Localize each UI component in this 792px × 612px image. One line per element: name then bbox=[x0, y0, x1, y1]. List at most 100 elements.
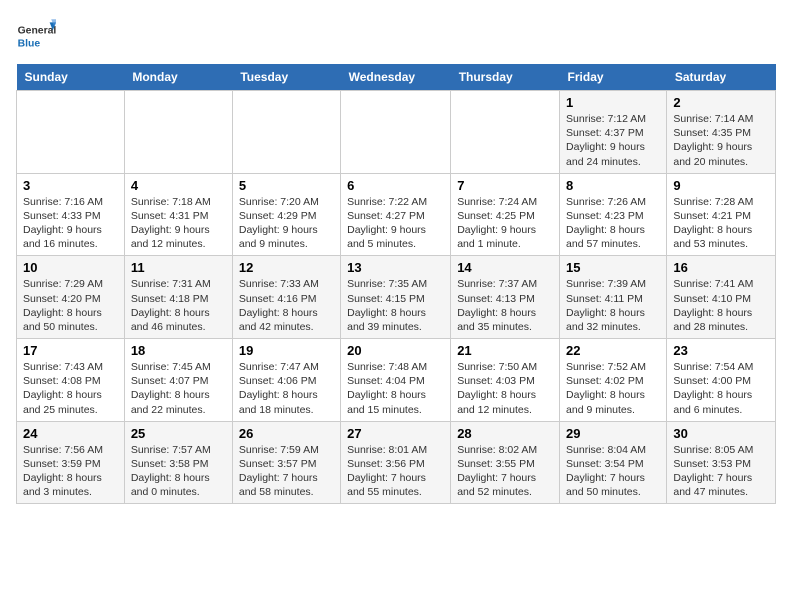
day-cell: 13 Sunrise: 7:35 AM Sunset: 4:15 PM Dayli… bbox=[341, 256, 451, 339]
day-info: Sunrise: 7:37 AM Sunset: 4:13 PM Dayligh… bbox=[457, 277, 553, 334]
day-cell bbox=[17, 91, 125, 174]
day-number: 21 bbox=[457, 343, 553, 358]
day-info: Sunrise: 7:31 AM Sunset: 4:18 PM Dayligh… bbox=[131, 277, 226, 334]
day-number: 8 bbox=[566, 178, 660, 193]
day-info: Sunrise: 7:50 AM Sunset: 4:03 PM Dayligh… bbox=[457, 360, 553, 417]
day-number: 19 bbox=[239, 343, 334, 358]
svg-text:General: General bbox=[18, 26, 56, 37]
day-number: 6 bbox=[347, 178, 444, 193]
weekday-header-saturday: Saturday bbox=[667, 64, 776, 91]
day-cell: 28Sunrise: 8:02 AM Sunset: 3:55 PM Dayli… bbox=[451, 421, 560, 504]
day-number: 30 bbox=[673, 426, 769, 441]
day-cell: 19 Sunrise: 7:47 AM Sunset: 4:06 PM Dayli… bbox=[232, 339, 340, 422]
day-number: 10 bbox=[23, 260, 118, 275]
week-row-2: 3 Sunrise: 7:16 AM Sunset: 4:33 PM Daylig… bbox=[17, 173, 776, 256]
weekday-header-wednesday: Wednesday bbox=[341, 64, 451, 91]
day-cell: 30 Sunrise: 8:05 AM Sunset: 3:53 PM Dayli… bbox=[667, 421, 776, 504]
day-info: Sunrise: 7:35 AM Sunset: 4:15 PM Dayligh… bbox=[347, 277, 444, 334]
day-number: 25 bbox=[131, 426, 226, 441]
day-number: 16 bbox=[673, 260, 769, 275]
day-number: 2 bbox=[673, 95, 769, 110]
day-cell bbox=[341, 91, 451, 174]
day-number: 23 bbox=[673, 343, 769, 358]
day-number: 29 bbox=[566, 426, 660, 441]
day-cell: 2 Sunrise: 7:14 AM Sunset: 4:35 PM Daylig… bbox=[667, 91, 776, 174]
day-cell: 15 Sunrise: 7:39 AM Sunset: 4:11 PM Dayli… bbox=[560, 256, 667, 339]
weekday-header-thursday: Thursday bbox=[451, 64, 560, 91]
day-info: Sunrise: 7:16 AM Sunset: 4:33 PM Dayligh… bbox=[23, 195, 118, 252]
day-number: 11 bbox=[131, 260, 226, 275]
day-number: 26 bbox=[239, 426, 334, 441]
weekday-header-row: SundayMondayTuesdayWednesdayThursdayFrid… bbox=[17, 64, 776, 91]
day-info: Sunrise: 7:45 AM Sunset: 4:07 PM Dayligh… bbox=[131, 360, 226, 417]
svg-text:Blue: Blue bbox=[18, 38, 41, 49]
day-info: Sunrise: 7:54 AM Sunset: 4:00 PM Dayligh… bbox=[673, 360, 769, 417]
weekday-header-sunday: Sunday bbox=[17, 64, 125, 91]
day-info: Sunrise: 7:39 AM Sunset: 4:11 PM Dayligh… bbox=[566, 277, 660, 334]
day-cell: 27 Sunrise: 8:01 AM Sunset: 3:56 PM Dayli… bbox=[341, 421, 451, 504]
day-number: 24 bbox=[23, 426, 118, 441]
week-row-1: 1 Sunrise: 7:12 AM Sunset: 4:37 PM Daylig… bbox=[17, 91, 776, 174]
day-cell: 10 Sunrise: 7:29 AM Sunset: 4:20 PM Dayli… bbox=[17, 256, 125, 339]
day-cell: 22Sunrise: 7:52 AM Sunset: 4:02 PM Dayli… bbox=[560, 339, 667, 422]
day-cell: 21 Sunrise: 7:50 AM Sunset: 4:03 PM Dayli… bbox=[451, 339, 560, 422]
weekday-header-tuesday: Tuesday bbox=[232, 64, 340, 91]
weekday-header-friday: Friday bbox=[560, 64, 667, 91]
day-info: Sunrise: 7:57 AM Sunset: 3:58 PM Dayligh… bbox=[131, 443, 226, 500]
day-cell: 25 Sunrise: 7:57 AM Sunset: 3:58 PM Dayli… bbox=[124, 421, 232, 504]
day-info: Sunrise: 7:52 AM Sunset: 4:02 PM Dayligh… bbox=[566, 360, 660, 417]
day-info: Sunrise: 7:14 AM Sunset: 4:35 PM Dayligh… bbox=[673, 112, 769, 169]
day-number: 14 bbox=[457, 260, 553, 275]
day-cell: 26 Sunrise: 7:59 AM Sunset: 3:57 PM Dayli… bbox=[232, 421, 340, 504]
day-info: Sunrise: 7:12 AM Sunset: 4:37 PM Dayligh… bbox=[566, 112, 660, 169]
day-cell: 5 Sunrise: 7:20 AM Sunset: 4:29 PM Daylig… bbox=[232, 173, 340, 256]
day-cell: 29 Sunrise: 8:04 AM Sunset: 3:54 PM Dayli… bbox=[560, 421, 667, 504]
day-cell: 9Sunrise: 7:28 AM Sunset: 4:21 PM Daylig… bbox=[667, 173, 776, 256]
day-info: Sunrise: 7:43 AM Sunset: 4:08 PM Dayligh… bbox=[23, 360, 118, 417]
day-cell: 8 Sunrise: 7:26 AM Sunset: 4:23 PM Daylig… bbox=[560, 173, 667, 256]
day-cell: 3 Sunrise: 7:16 AM Sunset: 4:33 PM Daylig… bbox=[17, 173, 125, 256]
day-cell: 1 Sunrise: 7:12 AM Sunset: 4:37 PM Daylig… bbox=[560, 91, 667, 174]
day-info: Sunrise: 7:22 AM Sunset: 4:27 PM Dayligh… bbox=[347, 195, 444, 252]
day-info: Sunrise: 8:04 AM Sunset: 3:54 PM Dayligh… bbox=[566, 443, 660, 500]
day-cell: 16Sunrise: 7:41 AM Sunset: 4:10 PM Dayli… bbox=[667, 256, 776, 339]
day-info: Sunrise: 8:05 AM Sunset: 3:53 PM Dayligh… bbox=[673, 443, 769, 500]
day-info: Sunrise: 7:48 AM Sunset: 4:04 PM Dayligh… bbox=[347, 360, 444, 417]
day-number: 13 bbox=[347, 260, 444, 275]
day-cell bbox=[232, 91, 340, 174]
week-row-5: 24Sunrise: 7:56 AM Sunset: 3:59 PM Dayli… bbox=[17, 421, 776, 504]
day-number: 20 bbox=[347, 343, 444, 358]
day-cell: 6 Sunrise: 7:22 AM Sunset: 4:27 PM Daylig… bbox=[341, 173, 451, 256]
day-info: Sunrise: 7:18 AM Sunset: 4:31 PM Dayligh… bbox=[131, 195, 226, 252]
week-row-3: 10 Sunrise: 7:29 AM Sunset: 4:20 PM Dayli… bbox=[17, 256, 776, 339]
day-number: 1 bbox=[566, 95, 660, 110]
day-number: 5 bbox=[239, 178, 334, 193]
day-info: Sunrise: 8:02 AM Sunset: 3:55 PM Dayligh… bbox=[457, 443, 553, 500]
day-cell: 24Sunrise: 7:56 AM Sunset: 3:59 PM Dayli… bbox=[17, 421, 125, 504]
day-info: Sunrise: 7:26 AM Sunset: 4:23 PM Dayligh… bbox=[566, 195, 660, 252]
day-cell: 23 Sunrise: 7:54 AM Sunset: 4:00 PM Dayli… bbox=[667, 339, 776, 422]
day-cell: 20 Sunrise: 7:48 AM Sunset: 4:04 PM Dayli… bbox=[341, 339, 451, 422]
day-number: 27 bbox=[347, 426, 444, 441]
logo-icon: General Blue bbox=[16, 16, 56, 56]
day-cell bbox=[451, 91, 560, 174]
calendar-table: SundayMondayTuesdayWednesdayThursdayFrid… bbox=[16, 64, 776, 504]
day-cell: 17Sunrise: 7:43 AM Sunset: 4:08 PM Dayli… bbox=[17, 339, 125, 422]
day-info: Sunrise: 7:20 AM Sunset: 4:29 PM Dayligh… bbox=[239, 195, 334, 252]
day-number: 18 bbox=[131, 343, 226, 358]
day-number: 9 bbox=[673, 178, 769, 193]
day-info: Sunrise: 7:29 AM Sunset: 4:20 PM Dayligh… bbox=[23, 277, 118, 334]
day-info: Sunrise: 8:01 AM Sunset: 3:56 PM Dayligh… bbox=[347, 443, 444, 500]
day-info: Sunrise: 7:47 AM Sunset: 4:06 PM Dayligh… bbox=[239, 360, 334, 417]
day-number: 12 bbox=[239, 260, 334, 275]
day-number: 15 bbox=[566, 260, 660, 275]
week-row-4: 17Sunrise: 7:43 AM Sunset: 4:08 PM Dayli… bbox=[17, 339, 776, 422]
day-number: 7 bbox=[457, 178, 553, 193]
weekday-header-monday: Monday bbox=[124, 64, 232, 91]
day-number: 4 bbox=[131, 178, 226, 193]
day-info: Sunrise: 7:24 AM Sunset: 4:25 PM Dayligh… bbox=[457, 195, 553, 252]
day-number: 3 bbox=[23, 178, 118, 193]
day-cell: 4 Sunrise: 7:18 AM Sunset: 4:31 PM Daylig… bbox=[124, 173, 232, 256]
day-cell: 7 Sunrise: 7:24 AM Sunset: 4:25 PM Daylig… bbox=[451, 173, 560, 256]
day-info: Sunrise: 7:59 AM Sunset: 3:57 PM Dayligh… bbox=[239, 443, 334, 500]
